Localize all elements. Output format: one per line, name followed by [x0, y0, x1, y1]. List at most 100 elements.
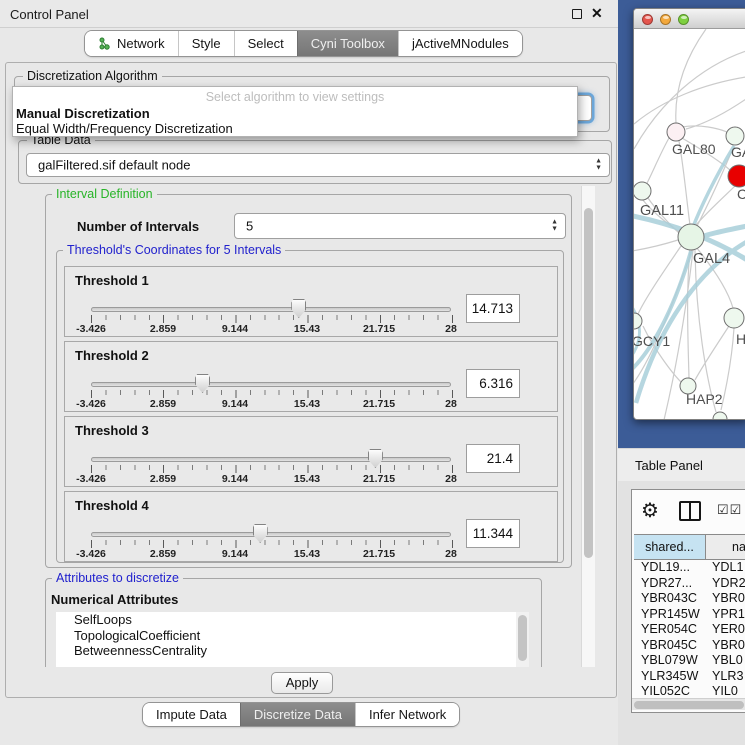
tab-select[interactable]: Select — [234, 31, 297, 56]
threshold-label: Threshold 1 — [75, 273, 149, 288]
algorithm-dropdown-popup: Select algorithm to view settings Manual… — [12, 86, 578, 137]
network-icon — [98, 37, 111, 50]
tab-jactivemnodules-label: jActiveMNodules — [412, 31, 509, 56]
cell-name: YDR2 — [706, 576, 745, 592]
threshold-slider-track[interactable] — [91, 532, 451, 537]
tick-label: 28 — [445, 548, 457, 560]
threshold-slider-track[interactable] — [91, 457, 451, 462]
tab-network-label: Network — [117, 31, 165, 56]
table-row[interactable]: YBL079WYBL0 — [634, 653, 745, 669]
table-row[interactable]: YER054CYER0 — [634, 622, 745, 638]
cell-name: YPR1 — [706, 607, 745, 623]
control-panel-titlebar: Control Panel ✕ — [0, 0, 618, 28]
column-header-name[interactable]: na — [706, 534, 745, 560]
network-node-gal4[interactable] — [678, 224, 704, 250]
dropdown-option-equal-width[interactable]: Equal Width/Frequency Discretization — [16, 121, 233, 136]
column-header-shared-name[interactable]: shared... — [634, 534, 706, 560]
table-row[interactable]: YPR145WYPR1 — [634, 607, 745, 623]
node-label-h: H — [736, 331, 745, 347]
checkbox-icons[interactable]: ☑☑ — [717, 502, 742, 518]
threshold-value-field[interactable]: 11.344 — [466, 519, 520, 548]
slider-major-ticks — [91, 465, 453, 473]
thresholds-group-title: Threshold's Coordinates for 5 Intervals — [63, 243, 285, 257]
apply-button[interactable]: Apply — [271, 672, 333, 694]
tab-impute-data[interactable]: Impute Data — [143, 703, 240, 726]
table-panel-title: Table Panel — [635, 458, 703, 473]
slider-major-ticks — [91, 315, 453, 323]
cyni-mode-tabs: Impute DataDiscretize DataInfer Network — [143, 703, 459, 726]
network-window-titlebar — [634, 9, 745, 29]
cell-shared-name: YLR345W — [634, 669, 706, 685]
tick-label: 15.43 — [294, 398, 320, 410]
tick-label: -3.426 — [76, 473, 106, 485]
table-row[interactable]: YBR043CYBR0 — [634, 591, 745, 607]
interval-definition-title: Interval Definition — [52, 187, 157, 201]
cell-shared-name: YDR27... — [634, 576, 706, 592]
cell-name: YDL1 — [706, 560, 745, 576]
network-node[interactable] — [713, 412, 727, 420]
threshold-panel-4: Threshold 4-3.4262.8599.14415.4321.71528… — [64, 491, 558, 562]
control-panel-tabs: Network Style Select Cyni Toolbox jActiveMNo… — [85, 31, 522, 56]
tab-discretize-data[interactable]: Discretize Data — [240, 703, 355, 726]
attribute-list-item[interactable]: TopologicalCoefficient — [56, 628, 529, 644]
settings-vertical-scrollbar[interactable] — [581, 186, 595, 667]
tab-network[interactable]: Network — [85, 31, 178, 56]
network-node-ga[interactable] — [726, 127, 744, 145]
cell-shared-name: YER054C — [634, 622, 706, 638]
threshold-value-field[interactable]: 6.316 — [466, 369, 520, 398]
network-node-h[interactable] — [724, 308, 744, 328]
network-node-gal80[interactable] — [667, 123, 685, 141]
tab-cyni-toolbox[interactable]: Cyni Toolbox — [297, 31, 398, 56]
traffic-zoom-icon[interactable] — [678, 14, 689, 25]
discretization-algorithm-title: Discretization Algorithm — [23, 69, 162, 83]
tab-style[interactable]: Style — [178, 31, 234, 56]
threshold-value-field[interactable]: 14.713 — [466, 294, 520, 323]
attributes-group: Attributes to discretize Numerical Attri… — [45, 578, 542, 667]
tick-label: 2.859 — [150, 548, 176, 560]
table-header-row: shared... na — [634, 534, 745, 560]
cell-shared-name: YBR045C — [634, 638, 706, 654]
tick-label: 21.715 — [363, 548, 395, 560]
window-title: Control Panel — [10, 7, 89, 22]
threshold-slider-track[interactable] — [91, 382, 451, 387]
tick-label: 28 — [445, 473, 457, 485]
tick-label: 9.144 — [222, 548, 248, 560]
tab-style-label: Style — [192, 31, 221, 56]
attributes-scrollbar[interactable] — [516, 612, 529, 667]
network-node-c[interactable] — [728, 165, 745, 187]
close-icon[interactable]: ✕ — [591, 5, 603, 22]
network-node-gcy1[interactable] — [634, 313, 642, 329]
dropdown-option-manual[interactable]: Manual Discretization — [16, 106, 150, 121]
attribute-list-item[interactable]: BetweennessCentrality — [56, 643, 529, 659]
node-label-gcy1: GCY1 — [634, 333, 670, 349]
dropdown-hint: Select algorithm to view settings — [13, 90, 577, 104]
tab-select-label: Select — [248, 31, 284, 56]
table-row[interactable]: YDR27...YDR2 — [634, 576, 745, 592]
tab-jactivemnodules[interactable]: jActiveMNodules — [398, 31, 522, 56]
table-row[interactable]: YLR345WYLR3 — [634, 669, 745, 685]
table-rows: YDL19...YDL1YDR27...YDR2YBR043CYBR0YPR14… — [634, 560, 745, 697]
tick-label: 28 — [445, 398, 457, 410]
tick-label: 15.43 — [294, 473, 320, 485]
num-intervals-combobox[interactable]: 5 ▲▼ — [234, 213, 566, 239]
float-window-icon[interactable] — [572, 9, 582, 19]
gear-icon[interactable]: ⚙ — [641, 498, 659, 523]
split-pane-icon[interactable] — [679, 501, 701, 521]
table-toolbar: ⚙ ☑☑ — [632, 490, 745, 533]
attribute-list-item[interactable]: SelfLoops — [56, 612, 529, 628]
table-horizontal-scrollbar[interactable] — [632, 698, 745, 710]
table-row[interactable]: YDL19...YDL1 — [634, 560, 745, 576]
network-node-gal11[interactable] — [634, 182, 651, 200]
threshold-value-field[interactable]: 21.4 — [466, 444, 520, 473]
threshold-slider-track[interactable] — [91, 307, 451, 312]
thresholds-group: Threshold's Coordinates for 5 Intervals … — [56, 250, 564, 563]
table-row[interactable]: YIL052CYIL0 — [634, 684, 745, 697]
table-widget: ⚙ ☑☑ shared... na YDL19...YDL1YDR27...YD… — [631, 489, 745, 713]
tab-infer-network[interactable]: Infer Network — [355, 703, 459, 726]
table-data-combobox[interactable]: galFiltered.sif default node ▲▼ — [26, 153, 610, 177]
table-row[interactable]: YBR045CYBR0 — [634, 638, 745, 654]
network-canvas[interactable]: GAL80GACGAL11GAL4GCY1HHAP2 — [634, 29, 745, 420]
traffic-close-icon[interactable] — [642, 14, 653, 25]
slider-major-ticks — [91, 540, 453, 548]
traffic-minimize-icon[interactable] — [660, 14, 671, 25]
